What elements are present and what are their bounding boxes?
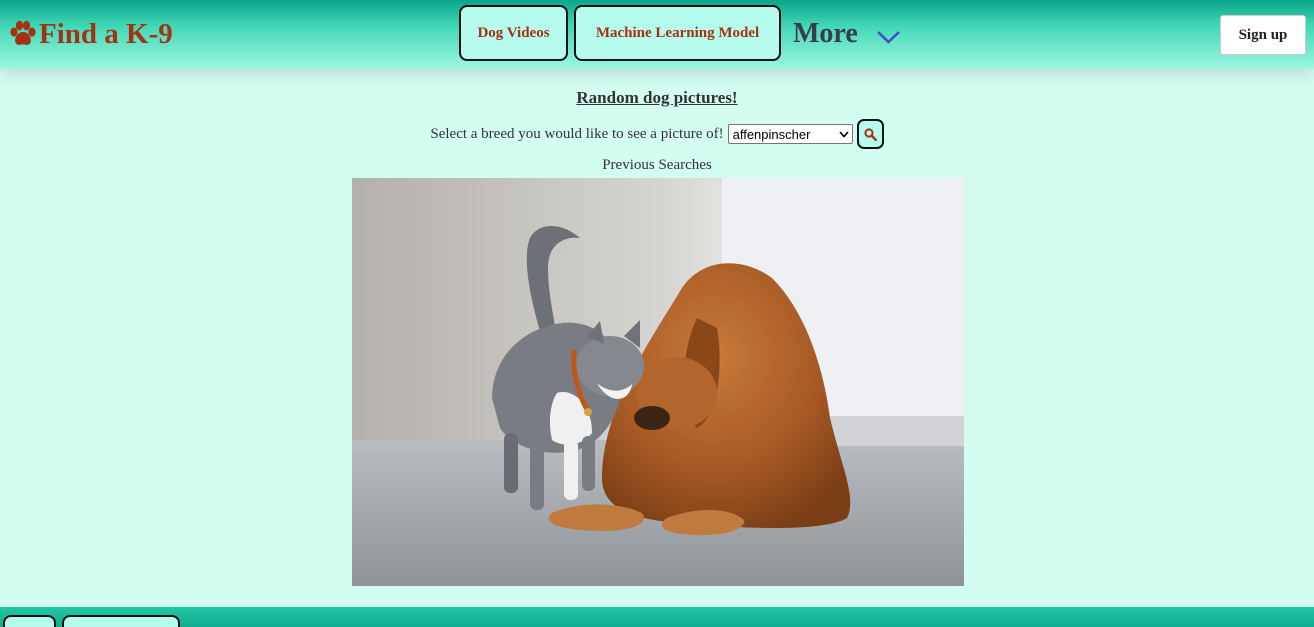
breed-select[interactable]: affenpinscher [727, 124, 853, 144]
dog-photo [352, 178, 964, 586]
machine-learning-model-button[interactable]: Machine Learning Model [574, 5, 781, 61]
paw-icon [10, 20, 36, 45]
more-label: More [793, 18, 858, 49]
site-title: Find a K-9 [39, 17, 173, 50]
chevron-down-icon [876, 31, 900, 44]
page-title: Random dog pictures! [576, 88, 738, 107]
more-dropdown[interactable]: More [793, 16, 901, 52]
sign-up-button[interactable]: Sign up [1220, 15, 1306, 55]
footer-bar [0, 607, 1314, 627]
dog-and-cat-photo [352, 178, 964, 586]
search-icon [864, 127, 877, 141]
site-logo[interactable]: Find a K-9 [8, 16, 173, 52]
top-navbar: Find a K-9 Dog Videos Machine Learning M… [0, 0, 1314, 69]
chevron-down-icon [839, 130, 849, 138]
footer-button-1[interactable] [3, 615, 56, 627]
search-button[interactable] [856, 119, 884, 149]
footer-button-2[interactable] [62, 615, 180, 627]
breed-select-label: Select a breed you would like to see a p… [430, 125, 724, 142]
dog-videos-button[interactable]: Dog Videos [459, 5, 568, 61]
breed-select-row: Select a breed you would like to see a p… [0, 119, 1314, 149]
previous-searches-label: Previous Searches [602, 157, 712, 173]
breed-select-value: affenpinscher [732, 126, 811, 142]
